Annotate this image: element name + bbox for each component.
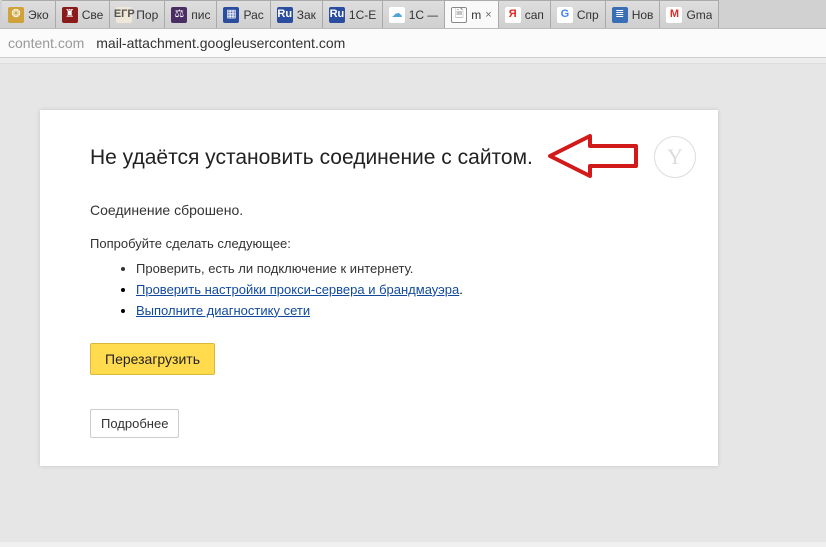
favicon-ru1-icon: Ru (277, 7, 293, 23)
browser-tab[interactable]: ⚖ пис (165, 0, 217, 28)
tab-label: m (471, 8, 481, 22)
favicon-egr-icon: ЕГР (116, 7, 132, 23)
reload-button[interactable]: Перезагрузить (90, 343, 215, 375)
favicon-google-icon: G (557, 7, 573, 23)
browser-tab[interactable]: ≣ Нов (606, 0, 661, 28)
tab-label: Спр (577, 8, 599, 22)
favicon-cloud-icon: ☁ (389, 7, 404, 23)
address-host-right: mail-attachment.googleusercontent.com (96, 35, 345, 51)
tab-label: Зак (297, 8, 316, 22)
browser-tab[interactable]: 🗎 m × (445, 0, 498, 28)
favicon-scale-icon: ⚖ (171, 7, 187, 23)
close-tab-icon[interactable]: × (485, 9, 491, 21)
favicon-ru2-icon: Ru (329, 7, 345, 23)
suggestion-proxy: Проверить настройки прокси-сервера и бра… (136, 280, 668, 301)
yandex-browser-logo-icon: Y (654, 136, 696, 178)
tab-label: пис (191, 8, 210, 22)
browser-tab[interactable]: ЕГР Пор (110, 0, 165, 28)
error-suggestion-list: Проверить, есть ли подключение к интерне… (90, 259, 668, 321)
favicon-ras-icon: ▦ (223, 7, 239, 23)
favicon-sve-icon: ♜ (62, 7, 78, 23)
proxy-settings-link[interactable]: Проверить настройки прокси-сервера и бра… (136, 282, 459, 297)
error-try-label: Попробуйте сделать следующее: (90, 236, 668, 251)
browser-tab-bar: ❂ Эко ♜ Све ЕГР Пор ⚖ пис ▦ Рас Ru Зак Ru 1С-Е ☁ 1С — 🗎 m… (0, 0, 826, 29)
address-bar[interactable]: content.com mail-attachment.googleuserco… (0, 29, 826, 58)
details-button[interactable]: Подробнее (90, 409, 179, 438)
browser-tab[interactable]: ❂ Эко (2, 0, 56, 28)
network-diagnostics-link[interactable]: Выполните диагностику сети (136, 303, 310, 318)
favicon-page-icon: 🗎 (451, 7, 467, 23)
tab-label: Gma (686, 8, 712, 22)
arrow-annotation-icon (544, 134, 640, 183)
error-subtitle: Соединение сброшено. (90, 202, 668, 218)
tab-label: Нов (632, 8, 654, 22)
address-host-left: content.com (8, 35, 84, 51)
browser-tab[interactable]: ♜ Све (56, 0, 111, 28)
browser-tab[interactable]: Ясап (499, 0, 551, 28)
tab-label: Эко (28, 8, 49, 22)
tab-label: сап (525, 8, 544, 22)
suggestion-check-internet: Проверить, есть ли подключение к интерне… (136, 259, 668, 280)
favicon-eco-icon: ❂ (8, 7, 24, 23)
favicon-yandex-icon: Я (505, 7, 521, 23)
error-card: Не удаётся установить соединение с сайто… (40, 110, 718, 466)
tab-label: 1С-Е (349, 8, 376, 22)
page-canvas: Не удаётся установить соединение с сайто… (0, 64, 826, 542)
browser-tab[interactable]: G Спр (551, 0, 606, 28)
browser-tab[interactable]: M Gma (660, 0, 719, 28)
tab-label: 1С — (409, 8, 439, 22)
favicon-news-icon: ≣ (612, 7, 628, 23)
tab-label: Пор (136, 8, 158, 22)
browser-tab[interactable]: ☁ 1С — (383, 0, 445, 28)
browser-tab[interactable]: ▦ Рас (217, 0, 270, 28)
tab-label: Све (82, 8, 104, 22)
browser-tab[interactable]: Ru 1С-Е (323, 0, 383, 28)
suggestion-diagnostics: Выполните диагностику сети (136, 301, 668, 322)
browser-tab[interactable]: Ru Зак (271, 0, 323, 28)
favicon-gmail-icon: M (666, 7, 682, 23)
tab-label: Рас (243, 8, 263, 22)
